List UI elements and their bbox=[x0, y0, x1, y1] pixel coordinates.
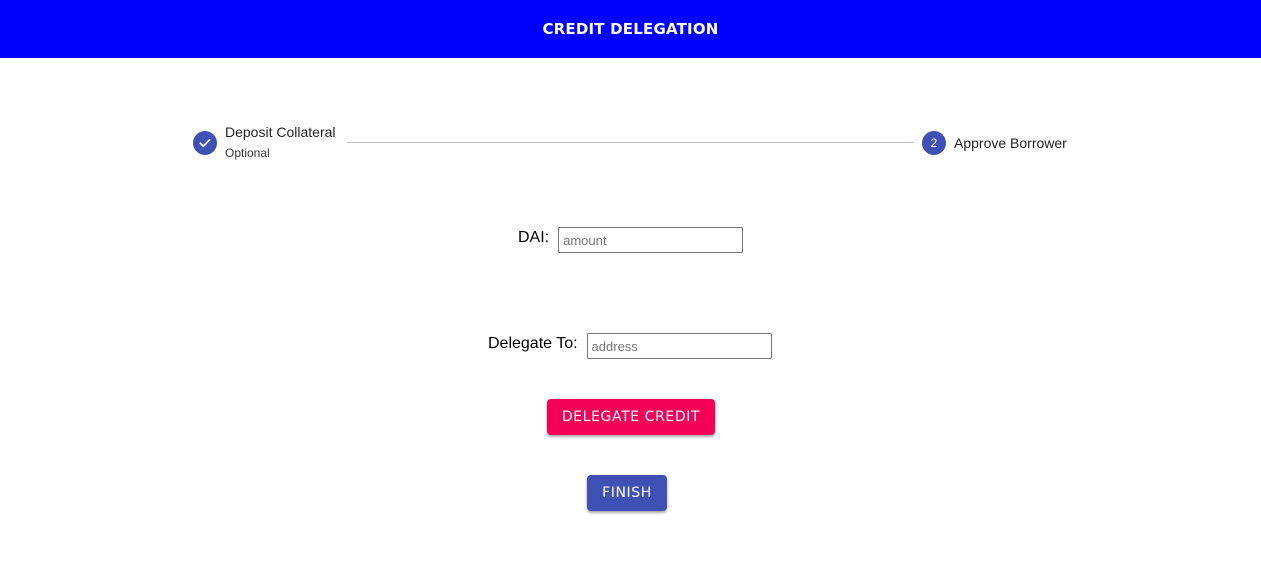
dai-label: DAI: bbox=[518, 229, 550, 246]
step-completed-check-icon bbox=[193, 131, 217, 155]
dai-amount-input[interactable] bbox=[558, 227, 744, 253]
step-number: 2 bbox=[930, 136, 938, 150]
step-number-icon: 2 bbox=[922, 131, 946, 155]
step-label-deposit-collateral: Deposit Collateral bbox=[225, 124, 336, 140]
delegate-credit-button[interactable]: DELEGATE CREDIT bbox=[547, 399, 715, 435]
dai-row: DAI: bbox=[518, 227, 744, 253]
step-label-approve-borrower: Approve Borrower bbox=[954, 135, 1067, 151]
step-connector bbox=[347, 142, 914, 143]
app-header: CREDIT DELEGATION bbox=[0, 0, 1261, 58]
app-title: CREDIT DELEGATION bbox=[542, 20, 719, 38]
finish-button[interactable]: FINISH bbox=[587, 475, 667, 511]
delegate-to-row: Delegate To: bbox=[488, 333, 772, 359]
stepper: Deposit Collateral Optional 2 Approve Bo… bbox=[193, 124, 1073, 164]
step-optional-caption: Optional bbox=[225, 146, 270, 160]
delegate-to-label: Delegate To: bbox=[488, 335, 578, 352]
delegate-address-input[interactable] bbox=[586, 333, 772, 359]
check-icon bbox=[199, 138, 211, 148]
